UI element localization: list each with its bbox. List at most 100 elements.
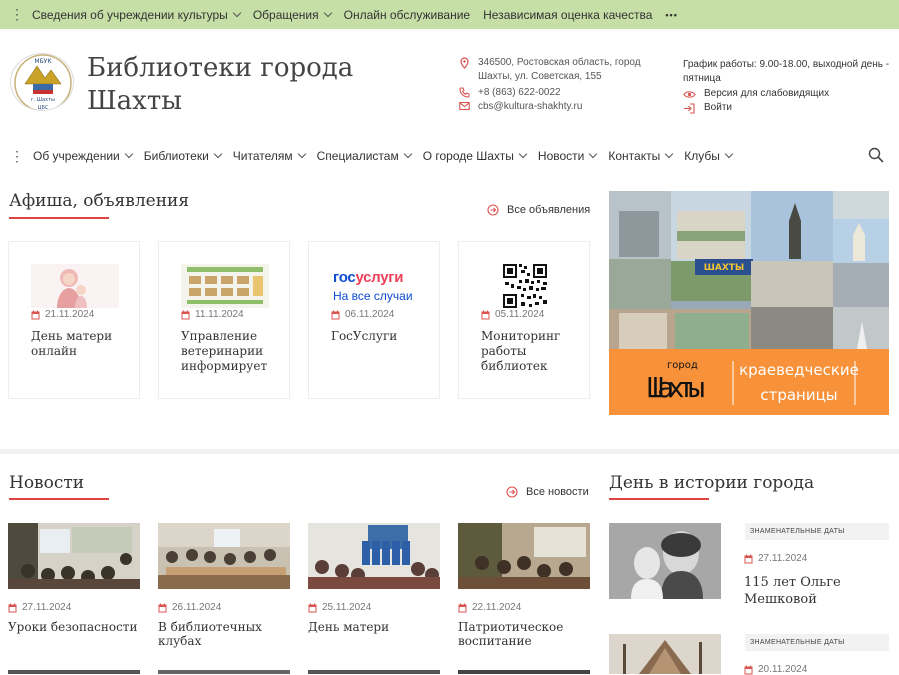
history-photo — [609, 634, 721, 674]
phone-link[interactable]: +8 (863) 622-0022 — [478, 86, 561, 100]
local-history-banner[interactable]: ШАХТЫ город Шахты краеведческие страницы — [609, 191, 889, 415]
calendar-icon — [458, 603, 467, 612]
all-announcements-link[interactable]: Все объявления — [487, 204, 590, 216]
chevron-down-icon — [403, 149, 412, 159]
site-title[interactable]: Библиотеки города Шахты — [87, 52, 417, 118]
search-icon[interactable] — [868, 147, 884, 163]
nav-item-news[interactable]: Новости — [537, 149, 598, 163]
top-bar: ⋮ Сведения об учреждении культуры Обраще… — [0, 0, 899, 29]
schedule-block: График работы: 9.00-18.00, выходной день… — [683, 58, 893, 115]
nav-item-label: Библиотеки — [143, 149, 209, 163]
card-date: 20.11.2024 — [744, 664, 807, 675]
calendar-icon — [308, 603, 317, 612]
history-card[interactable]: ЗНАМЕНАТЕЛЬНЫЕ ДАТЫ 27.11.2024 115 лет О… — [609, 523, 889, 607]
nav-item-label: Новости — [537, 149, 585, 163]
login-link[interactable]: Войти — [683, 101, 893, 115]
news-card[interactable]: 26.11.2024 В библиотечных клубах — [158, 523, 290, 648]
afisha-card[interactable]: 11.11.2024 Управление ветеринарии информ… — [158, 241, 290, 399]
accessibility-link[interactable]: Версия для слабовидящих — [683, 87, 893, 101]
card-date-text: 05.11.2024 — [495, 309, 545, 320]
collage-sign: ШАХТЫ — [704, 263, 745, 273]
chevron-down-icon — [232, 8, 242, 17]
news-photo-peek — [8, 670, 140, 674]
nav-item-contacts[interactable]: Контакты — [608, 149, 674, 163]
history-card[interactable]: ЗНАМЕНАТЕЛЬНЫЕ ДАТЫ 20.11.2024 — [609, 634, 889, 675]
work-schedule-text: График работы: 9.00-18.00, выходной день… — [683, 59, 890, 84]
card-date-text: 20.11.2024 — [758, 664, 808, 675]
topbar-item-institution[interactable]: Сведения об учреждении культуры — [32, 7, 242, 22]
topbar-item-quality[interactable]: Независимая оценка качества — [483, 8, 652, 22]
topbar-item-appeals[interactable]: Обращения — [253, 8, 332, 22]
banner-line1: краеведческие — [739, 361, 859, 379]
afisha-card[interactable]: 05.11.2024 Мониторинг работы библиотек — [458, 241, 590, 399]
card-title: День матери онлайн — [31, 329, 113, 358]
qr-code-image — [481, 264, 569, 308]
history-photo — [609, 523, 721, 599]
topbar-item-online[interactable]: Онлайн обслуживание — [344, 8, 471, 22]
card-title: Управление ветеринарии информирует — [181, 329, 268, 373]
topbar-item-label: Сведения об учреждении культуры — [32, 7, 228, 22]
nav-item-clubs[interactable]: Клубы — [684, 149, 734, 163]
mother-day-image — [31, 264, 119, 308]
calendar-icon — [744, 554, 753, 563]
news-card[interactable]: 22.11.2024 Патриотическое воспитание — [458, 523, 590, 648]
card-title: 115 лет Ольге Мешковой — [744, 575, 841, 607]
banner-city-text: Шахты — [647, 371, 705, 404]
heading-underline — [9, 498, 109, 500]
news-card[interactable]: 27.11.2024 Уроки безопасности — [8, 523, 140, 634]
card-date-text: 22.11.2024 — [472, 602, 522, 613]
calendar-icon — [481, 310, 490, 319]
nav-item-city[interactable]: О городе Шахты — [422, 149, 528, 163]
nav-item-label: Специалистам — [316, 149, 399, 163]
nav-item-readers[interactable]: Читателям — [232, 149, 306, 163]
news-photo-peek — [458, 670, 590, 674]
gosuslugi-word-b: услуги — [355, 269, 404, 286]
card-title: Патриотическое воспитание — [458, 620, 564, 648]
address-text: 346500, Ростовская область, город Шахты,… — [478, 57, 641, 82]
topbar-item-label: Онлайн обслуживание — [343, 7, 471, 22]
chevron-down-icon — [589, 149, 598, 159]
nav-item-label: О городе Шахты — [422, 149, 514, 163]
chevron-down-icon — [213, 149, 223, 159]
nav-item-specialists[interactable]: Специалистам — [316, 149, 412, 163]
gosuslugi-word-a: гос — [333, 269, 356, 286]
map-pin-icon — [460, 57, 469, 69]
nav-menu-icon[interactable]: ⋮ — [10, 148, 24, 165]
site-logo[interactable]: МБУК г. Шахты ЦБС — [10, 53, 74, 111]
news-heading: Новости — [9, 473, 85, 493]
card-date-text: 27.11.2024 — [22, 602, 72, 613]
calendar-icon — [158, 603, 167, 612]
card-title: ГосУслуги — [331, 329, 398, 343]
afisha-heading: Афиша, объявления — [9, 191, 190, 211]
card-date: 05.11.2024 — [481, 309, 544, 320]
category-tag[interactable]: ЗНАМЕНАТЕЛЬНЫЕ ДАТЫ — [745, 523, 889, 540]
card-date-text: 26.11.2024 — [172, 602, 222, 613]
kebab-menu-icon[interactable]: ⋮ — [10, 6, 24, 23]
nav-item-about[interactable]: Об учреждении — [33, 149, 133, 163]
email-link[interactable]: cbs@kultura-shakhty.ru — [478, 100, 582, 114]
banner-small-text: город — [667, 360, 698, 371]
gosuslugi-tagline: На все случаи — [333, 289, 413, 303]
card-date-text: 06.11.2024 — [345, 309, 395, 320]
logo-text-top: МБУК — [34, 58, 52, 65]
category-tag[interactable]: ЗНАМЕНАТЕЛЬНЫЕ ДАТЫ — [745, 634, 889, 651]
mail-icon — [459, 101, 470, 111]
afisha-card[interactable]: 21.11.2024 День матери онлайн — [8, 241, 140, 399]
card-date-text: 25.11.2024 — [322, 602, 372, 613]
nav-item-label: Об учреждении — [33, 149, 120, 163]
all-news-link[interactable]: Все новости — [506, 486, 589, 498]
nav-item-label: Контакты — [608, 149, 661, 163]
afisha-card[interactable]: госуслуги На все случаи 06.11.2024 ГосУс… — [308, 241, 440, 399]
card-date: 21.11.2024 — [31, 309, 94, 320]
nav-item-label: Читателям — [232, 149, 293, 163]
card-date: 11.11.2024 — [181, 309, 244, 320]
card-date: 26.11.2024 — [158, 602, 290, 613]
card-date: 06.11.2024 — [331, 309, 394, 320]
nav-item-libraries[interactable]: Библиотеки — [143, 149, 223, 163]
card-date: 22.11.2024 — [458, 602, 590, 613]
section-divider — [0, 449, 899, 454]
topbar-more-button[interactable]: ••• — [665, 10, 677, 20]
login-icon — [684, 102, 695, 114]
card-title: В библиотечных клубах — [158, 620, 262, 648]
news-card[interactable]: 25.11.2024 День матери — [308, 523, 440, 634]
